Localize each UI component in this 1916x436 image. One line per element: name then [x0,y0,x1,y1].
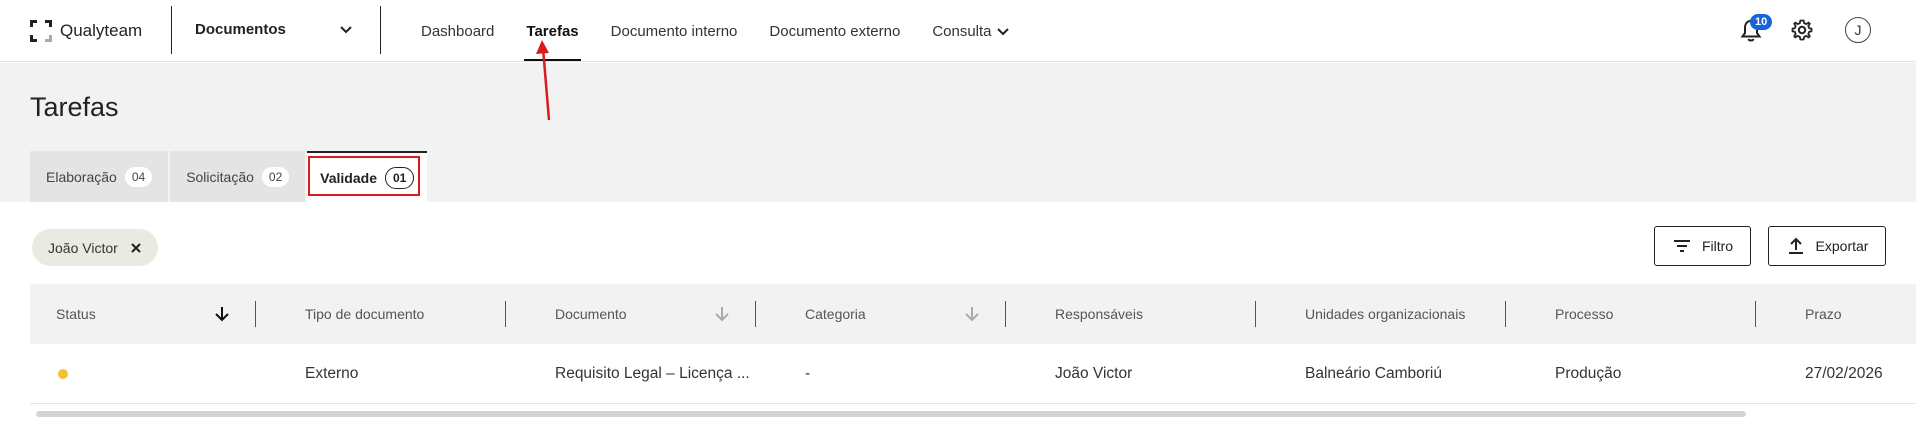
nav-divider [380,6,381,54]
top-navbar: Qualyteam Documentos Dashboard Tarefas D… [0,0,1916,62]
status-dot [58,369,68,379]
arrow-down-icon[interactable] [213,305,231,323]
arrow-down-icon[interactable] [963,305,981,323]
nav-documento-interno[interactable]: Documento interno [611,0,738,62]
tab-label: Validade [320,169,377,186]
tab-count: 04 [124,166,153,187]
column-header-unidades[interactable]: Unidades organizacionais [1280,284,1530,344]
column-header-processo[interactable]: Processo [1530,284,1780,344]
page-title: Tarefas [30,92,119,122]
export-button[interactable]: Exportar [1768,226,1886,266]
cell-categoria: - [805,365,811,382]
arrow-down-icon[interactable] [713,305,731,323]
cell-status [30,344,280,404]
logo[interactable]: Qualyteam [30,18,142,44]
horizontal-scrollbar[interactable] [36,411,1746,417]
column-label: Unidades organizacionais [1305,306,1466,322]
tab-count: 01 [384,166,415,189]
cell-prazo: 27/02/2026 [1805,365,1883,382]
cell-tipo: Externo [305,365,359,382]
nav-divider [171,6,172,54]
task-tabs: Elaboração 04 Solicitação 02 Validade 01 [30,151,429,202]
upload-icon [1788,237,1803,254]
filter-chip-label: João Victor [48,239,118,256]
cell-processo: Produção [1555,365,1622,382]
tasks-table: Status Tipo de documento Documento Categ… [30,284,1916,404]
filter-chip[interactable]: João Victor [32,229,158,266]
main-nav: Dashboard Tarefas Documento interno Docu… [421,0,1042,62]
column-header-status[interactable]: Status [30,284,280,344]
column-header-categoria[interactable]: Categoria [780,284,1030,344]
filter-button[interactable]: Filtro [1654,226,1751,266]
tab-solicitacao[interactable]: Solicitação 02 [170,151,306,202]
filter-icon [1673,240,1690,252]
column-label: Processo [1555,306,1614,322]
table-header: Status Tipo de documento Documento Categ… [30,284,1916,344]
column-label: Documento [555,306,627,322]
nav-consulta-label: Consulta [932,22,992,40]
avatar[interactable]: J [1845,17,1871,43]
column-header-tipo[interactable]: Tipo de documento [280,284,530,344]
tab-count: 02 [261,166,290,187]
column-header-prazo[interactable]: Prazo [1780,284,1916,344]
nav-dashboard[interactable]: Dashboard [421,0,494,62]
logo-text: Qualyteam [60,21,143,40]
column-label: Prazo [1805,306,1842,322]
notification-badge: 10 [1750,14,1773,30]
column-label: Categoria [805,306,866,322]
filter-button-label: Filtro [1701,238,1734,254]
tab-validade[interactable]: Validade 01 [307,151,428,202]
annotation-arrow-icon [536,40,551,121]
column-label: Tipo de documento [305,306,425,322]
module-select[interactable]: Documentos [195,21,286,38]
column-label: Responsáveis [1055,306,1143,322]
nav-documento-externo[interactable]: Documento externo [769,0,900,62]
cell-unidades: Balneário Camboriú [1305,365,1442,382]
qualyteam-logo-icon [30,20,52,42]
chevron-down-icon [996,28,1009,36]
close-icon[interactable] [130,242,142,254]
page-header: Tarefas Elaboração 04 Solicitação 02 Val… [0,63,1916,202]
column-label: Status [56,306,96,322]
cell-documento[interactable]: Requisito Legal – Licença ... [530,344,780,404]
nav-consulta[interactable]: Consulta [932,0,1009,62]
chevron-down-icon[interactable] [336,20,356,40]
gear-icon[interactable] [1790,18,1814,42]
tab-label: Elaboração [46,168,117,185]
tab-elaboracao[interactable]: Elaboração 04 [30,151,169,202]
export-button-label: Exportar [1815,238,1869,254]
tab-label: Solicitação [186,168,254,185]
column-header-responsaveis[interactable]: Responsáveis [1030,284,1280,344]
table-row[interactable]: Externo Requisito Legal – Licença ... - … [30,344,1916,404]
cell-responsaveis: João Victor [1055,365,1133,382]
column-header-documento[interactable]: Documento [530,284,780,344]
